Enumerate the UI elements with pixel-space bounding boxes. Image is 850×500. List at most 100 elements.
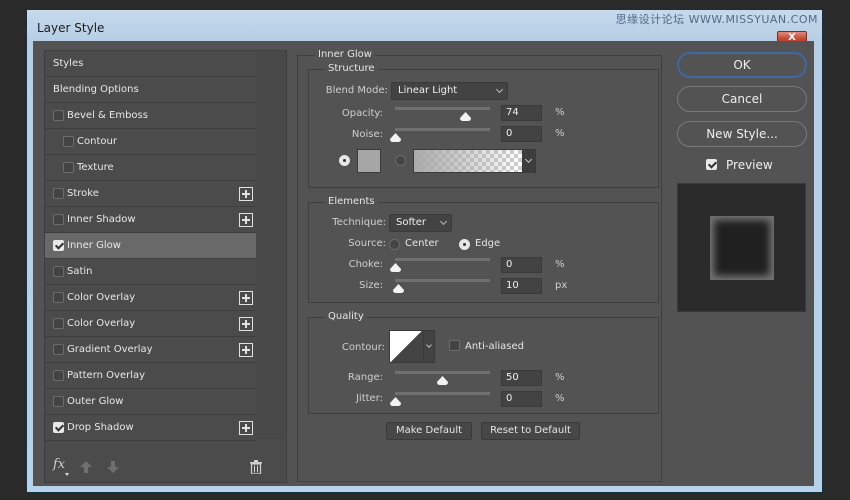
noise-slider-thumb[interactable] <box>389 133 401 142</box>
source-label: Source: <box>348 238 386 249</box>
style-item-checkbox[interactable] <box>53 110 64 121</box>
style-item-checkbox[interactable] <box>53 240 64 251</box>
style-item-checkbox[interactable] <box>53 422 64 433</box>
style-item-stroke[interactable]: Stroke <box>45 181 256 207</box>
fx-caret-icon <box>65 473 69 476</box>
opacity-slider-track[interactable] <box>395 107 490 110</box>
make-default-button[interactable]: Make Default <box>386 422 472 440</box>
chevron-down-icon <box>426 342 432 348</box>
layer-style-dialog: Layer Style 思缘设计论坛 WWW.MISSYUAN.COM X St… <box>26 9 823 493</box>
styles-scrollbar[interactable] <box>256 51 286 439</box>
style-item-checkbox[interactable] <box>53 214 64 225</box>
move-down-icon[interactable] <box>107 461 119 473</box>
style-item-drop-shadow[interactable]: Drop Shadow <box>45 415 256 441</box>
range-slider-track[interactable] <box>395 371 490 374</box>
chevron-down-icon <box>439 217 448 226</box>
elements-title: Elements <box>325 196 378 207</box>
source-edge-label: Edge <box>475 238 501 249</box>
ok-button[interactable]: OK <box>677 52 807 78</box>
style-item-checkbox[interactable] <box>53 188 64 199</box>
cancel-button[interactable]: Cancel <box>677 86 807 112</box>
style-item-checkbox[interactable] <box>63 162 74 173</box>
style-item-checkbox[interactable] <box>53 396 64 407</box>
style-item-checkbox[interactable] <box>53 266 64 277</box>
size-slider-thumb[interactable] <box>393 284 405 293</box>
fx-menu-icon[interactable]: fx <box>53 457 65 472</box>
style-item-checkbox[interactable] <box>63 136 74 147</box>
styles-panel: Styles Blending Options Bevel & Emboss Cont… <box>44 50 287 483</box>
quality-group: Quality Contour: Anti-aliased Range: 50 … <box>308 311 659 414</box>
add-effect-plus-icon[interactable] <box>239 317 253 331</box>
style-item-checkbox[interactable] <box>53 370 64 381</box>
contour-picker[interactable] <box>389 330 424 363</box>
style-item-satin[interactable]: Satin <box>45 259 256 285</box>
opacity-input[interactable]: 74 <box>501 105 542 121</box>
anti-aliased-checkbox[interactable] <box>449 340 460 351</box>
choke-slider-thumb[interactable] <box>389 263 401 272</box>
range-input[interactable]: 50 <box>501 370 542 386</box>
opacity-label: Opacity: <box>341 108 383 119</box>
style-item-texture[interactable]: Texture <box>45 155 256 181</box>
new-style-button[interactable]: New Style... <box>677 121 807 147</box>
style-item-color-overlay[interactable]: Color Overlay <box>45 285 256 311</box>
style-item-inner-glow[interactable]: Inner Glow <box>45 233 256 259</box>
add-effect-plus-icon[interactable] <box>239 421 253 435</box>
gradient-radio[interactable] <box>395 155 406 166</box>
preview-checkbox[interactable] <box>706 159 717 170</box>
size-label: Size: <box>359 280 383 291</box>
jitter-input[interactable]: 0 <box>501 391 542 407</box>
add-effect-plus-icon[interactable] <box>239 187 253 201</box>
style-item-label: Gradient Overlay <box>67 344 153 355</box>
size-input[interactable]: 10 <box>501 278 542 294</box>
style-item-checkbox[interactable] <box>53 292 64 303</box>
glow-color-swatch[interactable] <box>357 149 381 173</box>
add-effect-plus-icon[interactable] <box>239 343 253 357</box>
preview-label: Preview <box>726 158 773 172</box>
choke-slider-track[interactable] <box>395 258 490 261</box>
noise-input[interactable]: 0 <box>501 126 542 142</box>
style-item-styles[interactable]: Styles <box>45 51 256 77</box>
quality-title: Quality <box>325 311 367 322</box>
gradient-dropdown[interactable] <box>522 149 536 173</box>
style-item-pattern-overlay[interactable]: Pattern Overlay <box>45 363 256 389</box>
noise-slider-track[interactable] <box>395 128 490 131</box>
choke-input[interactable]: 0 <box>501 257 542 273</box>
style-item-color-overlay[interactable]: Color Overlay <box>45 311 256 337</box>
range-unit: % <box>555 372 565 383</box>
blend-mode-dropdown[interactable]: Linear Light <box>391 82 508 100</box>
opacity-unit: % <box>555 107 565 118</box>
gradient-swatch[interactable] <box>413 149 523 173</box>
style-item-gradient-overlay[interactable]: Gradient Overlay <box>45 337 256 363</box>
style-item-blending-options[interactable]: Blending Options <box>45 77 256 103</box>
style-item-checkbox[interactable] <box>53 344 64 355</box>
solid-color-radio[interactable] <box>339 155 350 166</box>
style-item-bevel-emboss[interactable]: Bevel & Emboss <box>45 103 256 129</box>
style-item-label: Drop Shadow <box>67 422 134 433</box>
reset-to-default-button[interactable]: Reset to Default <box>481 422 580 440</box>
trash-icon[interactable] <box>250 460 262 474</box>
source-center-radio[interactable] <box>389 239 400 250</box>
style-item-checkbox[interactable] <box>53 318 64 329</box>
contour-dropdown[interactable] <box>423 330 435 363</box>
size-slider-track[interactable] <box>395 279 490 282</box>
style-item-label: Inner Glow <box>67 240 121 251</box>
dialog-body: Styles Blending Options Bevel & Emboss Cont… <box>33 41 814 486</box>
source-edge-radio[interactable] <box>459 239 470 250</box>
add-effect-plus-icon[interactable] <box>239 291 253 305</box>
technique-dropdown[interactable]: Softer <box>389 214 452 232</box>
move-up-icon[interactable] <box>80 461 92 473</box>
style-item-outer-glow[interactable]: Outer Glow <box>45 389 256 415</box>
style-item-inner-shadow[interactable]: Inner Shadow <box>45 207 256 233</box>
style-item-label: Bevel & Emboss <box>67 110 148 121</box>
noise-unit: % <box>555 128 565 139</box>
jitter-slider-thumb[interactable] <box>389 397 401 406</box>
range-slider-thumb[interactable] <box>437 376 448 385</box>
preview-square <box>710 216 774 280</box>
style-item-contour[interactable]: Contour <box>45 129 256 155</box>
jitter-unit: % <box>555 393 565 404</box>
add-effect-plus-icon[interactable] <box>239 213 253 227</box>
structure-title: Structure <box>325 63 378 74</box>
inner-glow-panel: Inner Glow Structure Blend Mode: Linear … <box>297 49 662 482</box>
jitter-slider-track[interactable] <box>395 392 490 395</box>
opacity-slider-thumb[interactable] <box>459 112 471 121</box>
